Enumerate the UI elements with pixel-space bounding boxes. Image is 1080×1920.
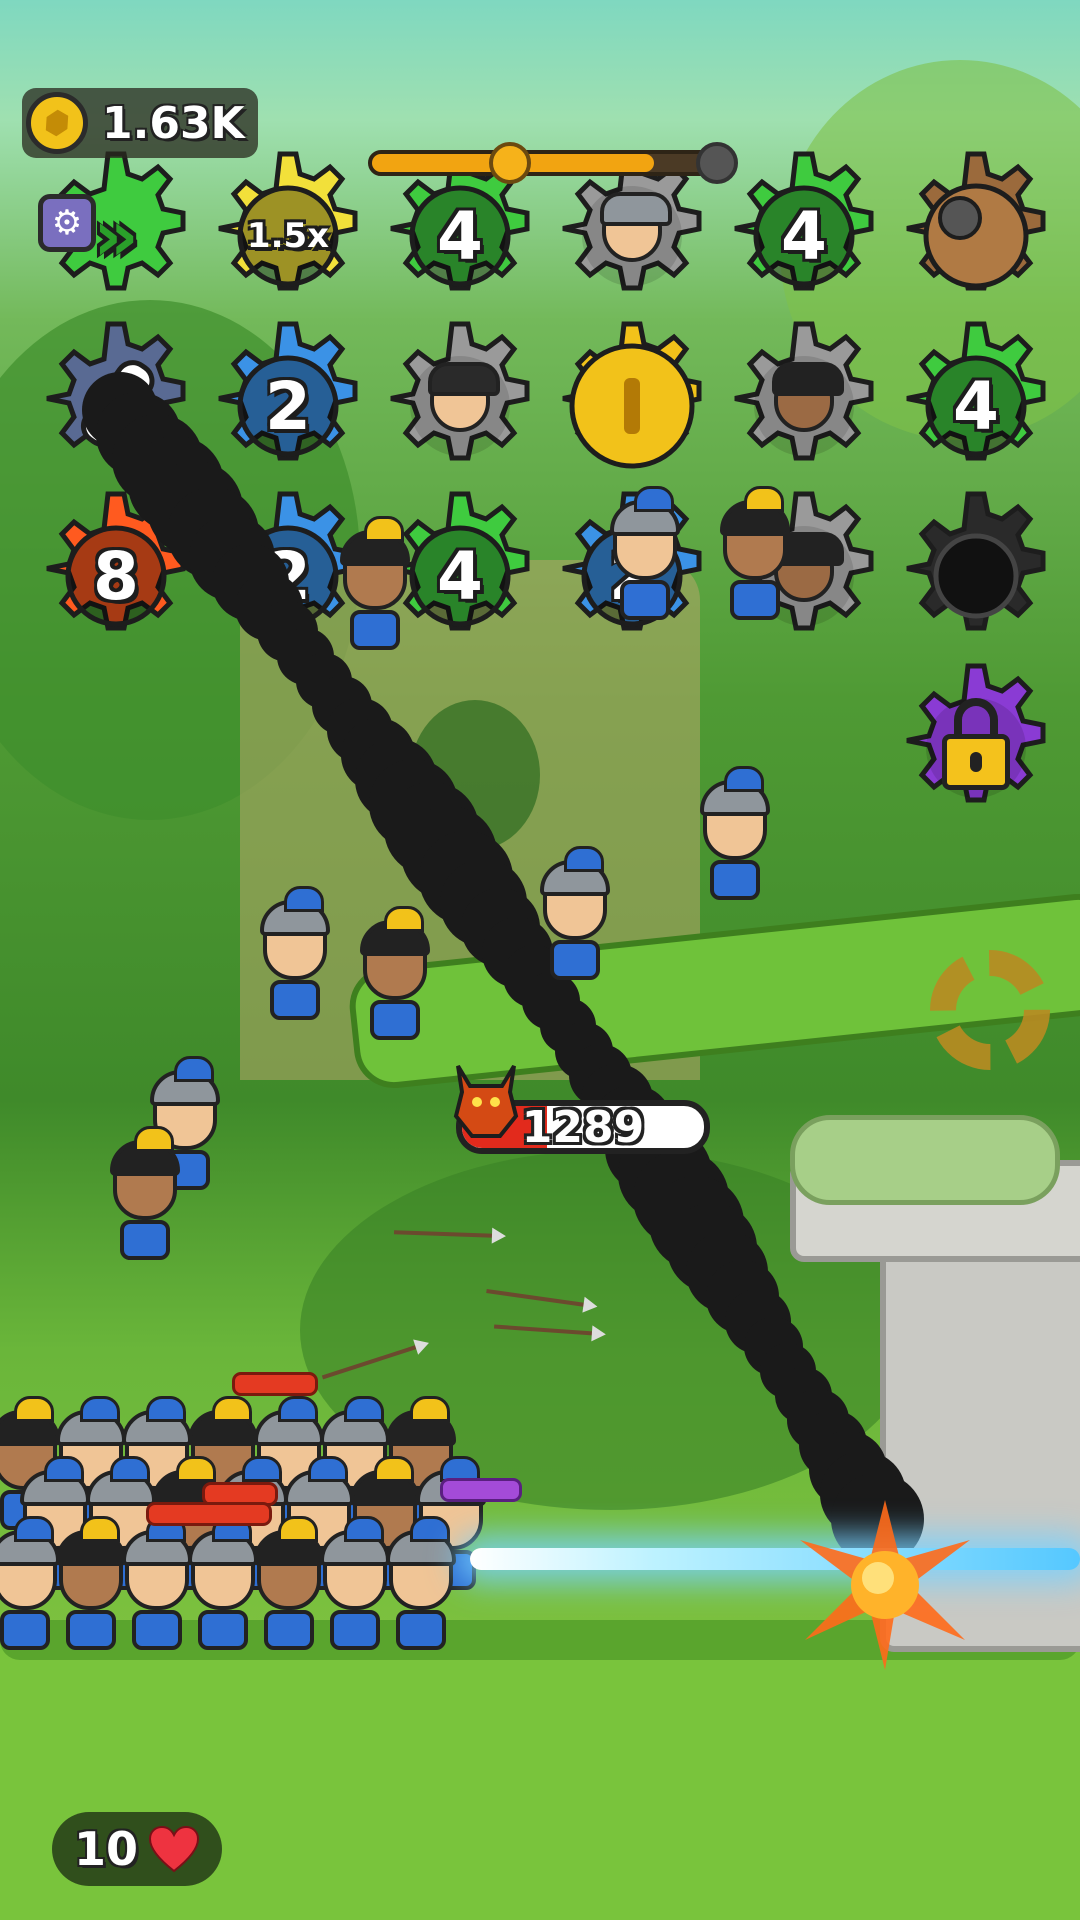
explosion-effect (800, 1500, 970, 1670)
unit-health-bar (146, 1502, 272, 1526)
unit-helmet (0, 1516, 60, 1566)
gear-shape (562, 321, 702, 469)
roman-soldier (610, 486, 680, 620)
lives-count: 10 (73, 1822, 138, 1876)
unit-helmet (20, 1456, 90, 1506)
roman-soldier (540, 846, 610, 980)
unit-health-bar (232, 1372, 318, 1396)
wave-progress-end-marker (696, 142, 738, 184)
unit-body (270, 980, 320, 1020)
gear-slot-tribal-unit[interactable] (372, 318, 548, 494)
tribal-warrior (720, 486, 790, 620)
unit-helmet (360, 906, 430, 956)
coin-icon (26, 92, 88, 154)
bronze-gear-decoration (930, 950, 1050, 1070)
gear-slot-locked[interactable] (888, 660, 1064, 836)
coin-amount: 1.63K (102, 97, 245, 149)
gear-slot-speed[interactable]: 1.5x (200, 148, 376, 324)
unit-body (120, 1220, 170, 1260)
roman-soldier (188, 1516, 258, 1650)
gear-shape (906, 151, 1046, 291)
gear-label: 4 (953, 367, 999, 445)
settings-button[interactable]: ⚙ (38, 194, 96, 252)
roman-soldier-icon (600, 192, 672, 262)
gear-slot-coin[interactable] (544, 318, 720, 494)
tribal-warrior (254, 1516, 324, 1650)
unit-helmet (56, 1396, 126, 1446)
gear-slot-caveman-unit[interactable] (716, 318, 892, 494)
coin-counter: 1.63K (22, 88, 258, 158)
unit-helmet (188, 1396, 258, 1446)
gear-icon: ⚙ (51, 203, 83, 243)
laser-beam (470, 1548, 1080, 1570)
unit-helmet (254, 1516, 324, 1566)
unit-helmet (340, 516, 410, 566)
tribal-warrior (360, 906, 430, 1040)
unit-body (350, 610, 400, 650)
unit-helmet (320, 1396, 390, 1446)
unit-body (710, 860, 760, 900)
unit-body (132, 1610, 182, 1650)
caveman-icon (772, 362, 844, 432)
roman-soldier (320, 1516, 390, 1650)
unit-helmet (56, 1516, 126, 1566)
unit-helmet (150, 1056, 220, 1106)
unit-helmet (700, 766, 770, 816)
pillar-moss (790, 1115, 1060, 1205)
roman-soldier (700, 766, 770, 900)
unit-helmet (320, 1516, 390, 1566)
wave-progress-bar (368, 142, 738, 184)
unit-body (198, 1610, 248, 1650)
lives-counter: 10 (52, 1812, 222, 1886)
unit-helmet (0, 1396, 60, 1446)
boss-demon-icon (453, 1064, 519, 1138)
gear-slot-tnt[interactable] (888, 148, 1064, 324)
unit-helmet (86, 1456, 156, 1506)
gear-label: 1.5x (246, 216, 330, 256)
gear-slot-number[interactable]: 4 (888, 318, 1064, 494)
unit-helmet (284, 1456, 354, 1506)
tribal-warrior (56, 1516, 126, 1650)
unit-helmet (260, 886, 330, 936)
roman-soldier (386, 1516, 456, 1650)
unit-helmet (122, 1396, 192, 1446)
heart-icon (148, 1825, 200, 1873)
gear-slot-empty[interactable] (888, 488, 1064, 664)
roman-soldier (260, 886, 330, 1020)
unit-body (550, 940, 600, 980)
unit-body (330, 1610, 380, 1650)
gear-slot-number[interactable]: 2 (200, 318, 376, 494)
unit-helmet (720, 486, 790, 536)
unit-helmet (254, 1396, 324, 1446)
roman-soldier (0, 1516, 60, 1650)
tribal-warrior-icon (428, 362, 500, 432)
unit-helmet (610, 486, 680, 536)
unit-helmet (386, 1396, 456, 1446)
gear-shape (906, 491, 1046, 631)
wave-progress-marker (488, 142, 531, 184)
unit-helmet (122, 1516, 192, 1566)
unit-helmet (540, 846, 610, 896)
unit-helmet (188, 1516, 258, 1566)
unit-health-bar (440, 1478, 522, 1502)
unit-helmet (350, 1456, 420, 1506)
unit-helmet (110, 1126, 180, 1176)
unit-body (264, 1610, 314, 1650)
unit-body (396, 1610, 446, 1650)
unit-body (620, 580, 670, 620)
unit-body (730, 580, 780, 620)
roman-soldier (122, 1516, 192, 1650)
unit-body (0, 1610, 50, 1650)
unit-helmet (386, 1516, 456, 1566)
lock-keyhole (970, 752, 982, 772)
gear-label: 2 (265, 367, 311, 445)
unit-body (370, 1000, 420, 1040)
tribal-warrior (340, 516, 410, 650)
gear-slot-number[interactable]: 4 (716, 148, 892, 324)
tribal-warrior (110, 1126, 180, 1260)
gear-label: 4 (781, 197, 827, 275)
unit-body (66, 1610, 116, 1650)
